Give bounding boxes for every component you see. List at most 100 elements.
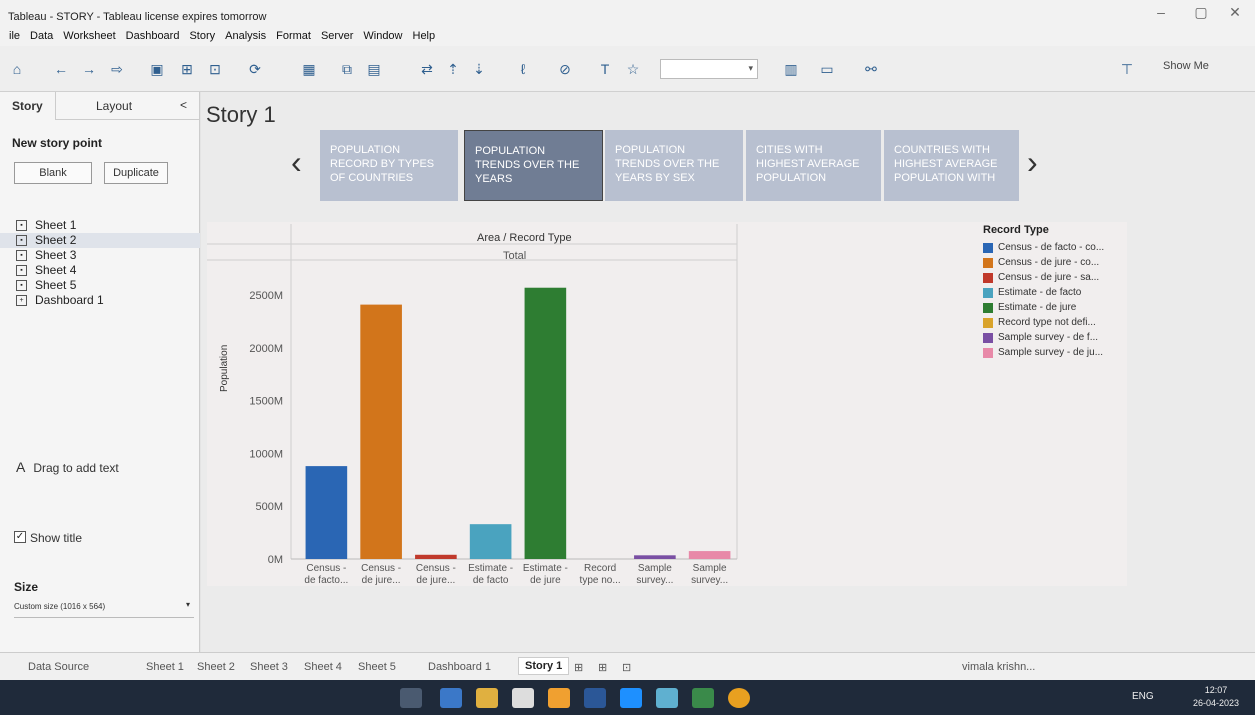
excel-icon[interactable]	[692, 688, 714, 708]
clock-time: 12:07	[1204, 685, 1228, 695]
legend-item[interactable]: Record type not defi...	[983, 315, 1133, 330]
show-title-label: Show title	[30, 531, 83, 545]
collapse-icon[interactable]: <	[180, 98, 187, 112]
tab-sheet-3[interactable]: Sheet 3	[250, 661, 288, 673]
legend-item[interactable]: Sample survey - de ju...	[983, 345, 1133, 360]
menu-server[interactable]: Server	[316, 26, 358, 46]
legend-item[interactable]: Census - de jure - co...	[983, 255, 1133, 270]
swap-icon[interactable]: ⇄	[418, 60, 436, 78]
close-button[interactable]: ✕	[1220, 4, 1250, 21]
blank-button[interactable]: Blank	[14, 162, 92, 184]
story-point-2[interactable]: POPULATION TRENDS OVER THE YEARS	[464, 130, 603, 201]
drag-to-add-text[interactable]: A Drag to add text	[16, 459, 119, 475]
duplicate-sheet-icon[interactable]: ⧉	[338, 60, 356, 78]
dashboard-item-1[interactable]: + Dashboard 1	[0, 293, 200, 308]
legend-label: Census - de jure - co...	[998, 257, 1100, 268]
legend-swatch	[983, 272, 993, 283]
story-point-3[interactable]: POPULATION TRENDS OVER THE YEARS BY SEX	[605, 130, 743, 201]
prev-story-point-icon[interactable]: ‹	[291, 144, 302, 181]
app-icon[interactable]	[656, 688, 678, 708]
tab-dashboard-1[interactable]: Dashboard 1	[428, 661, 491, 673]
new-story-tab-icon[interactable]: ⊡	[622, 661, 631, 674]
undo-icon[interactable]: ←	[52, 60, 70, 78]
tab-sheet-2[interactable]: Sheet 2	[197, 661, 235, 673]
app-icon[interactable]	[440, 688, 462, 708]
story-point-5[interactable]: COUNTRIES WITH HIGHEST AVERAGE POPULATIO…	[884, 130, 1019, 201]
y-tick-label: 1000M	[249, 448, 283, 460]
legend-item[interactable]: Estimate - de jure	[983, 300, 1133, 315]
menu-help[interactable]: Help	[408, 26, 441, 46]
legend-item[interactable]: Sample survey - de f...	[983, 330, 1133, 345]
clock[interactable]: 12:07 26-04-2023	[1193, 684, 1239, 710]
home-icon[interactable]: ⌂	[8, 60, 26, 78]
duplicate-button[interactable]: Duplicate	[104, 162, 168, 184]
sheet-item-3[interactable]: ▪ Sheet 3	[0, 248, 200, 263]
legend-title: Record Type	[983, 224, 1049, 236]
edge-icon[interactable]	[620, 688, 642, 708]
store-icon[interactable]	[548, 688, 570, 708]
tab-story-1[interactable]: Story 1	[518, 657, 570, 675]
sheet-item-5[interactable]: ▪ Sheet 5	[0, 278, 200, 293]
new-sheet-icon[interactable]: ⊡	[206, 60, 224, 78]
redo-icon[interactable]: →	[80, 60, 98, 78]
new-worksheet-icon[interactable]: ▦	[300, 60, 318, 78]
menu-window[interactable]: Window	[358, 26, 407, 46]
legend-item[interactable]: Estimate - de facto	[983, 285, 1133, 300]
legend-item[interactable]: Census - de facto - co...	[983, 240, 1133, 255]
data-source-tab[interactable]: Data Source	[28, 661, 89, 673]
sheet-icon: ▪	[16, 250, 27, 261]
tab-story[interactable]: Story	[0, 92, 56, 120]
tab-layout[interactable]: Layout	[84, 92, 144, 120]
menu-analysis[interactable]: Analysis	[220, 26, 271, 46]
file-explorer-icon[interactable]	[476, 688, 498, 708]
menu-data[interactable]: Data	[25, 26, 58, 46]
fit-combo[interactable]: ▾	[660, 59, 758, 79]
chart-title: Area / Record Type	[477, 232, 572, 244]
tab-sheet-5[interactable]: Sheet 5	[358, 661, 396, 673]
size-select[interactable]: Custom size (1016 x 564) ▾	[14, 600, 194, 618]
sort-desc-icon[interactable]: ⇣	[470, 60, 488, 78]
maximize-button[interactable]: ▢	[1186, 4, 1216, 21]
minimize-button[interactable]: –	[1146, 4, 1176, 20]
presentation-icon[interactable]: ▭	[818, 60, 836, 78]
pin-icon[interactable]: ☆	[624, 60, 642, 78]
new-worksheet-tab-icon[interactable]: ⊞	[574, 661, 583, 674]
replay-icon[interactable]: ⇨	[108, 60, 126, 78]
story-point-4[interactable]: CITIES WITH HIGHEST AVERAGE POPULATION	[746, 130, 881, 201]
highlight-icon[interactable]: ℓ	[514, 60, 532, 78]
sheet-item-2[interactable]: ▪ Sheet 2	[0, 233, 200, 248]
label-icon[interactable]: T	[596, 60, 614, 78]
user-menu[interactable]: vimala krishn...	[962, 661, 1035, 673]
menu-worksheet[interactable]: Worksheet	[58, 26, 120, 46]
task-view-icon[interactable]	[400, 688, 422, 708]
share-icon[interactable]: ⚯	[862, 60, 880, 78]
menu-dashboard[interactable]: Dashboard	[121, 26, 185, 46]
new-datasource-icon[interactable]: ⊞	[178, 60, 196, 78]
word-icon[interactable]	[584, 688, 606, 708]
next-story-point-icon[interactable]: ›	[1027, 144, 1038, 181]
new-dashboard-tab-icon[interactable]: ⊞	[598, 661, 607, 674]
menu-file[interactable]: ile	[4, 26, 25, 46]
pin-panel-icon[interactable]: ⊤	[1118, 60, 1136, 78]
group-icon[interactable]: ⊘	[556, 60, 574, 78]
sheet-item-1[interactable]: ▪ Sheet 1	[0, 218, 200, 233]
story-title[interactable]: Story 1	[206, 102, 276, 128]
show-cards-icon[interactable]: ▥	[782, 60, 800, 78]
mail-icon[interactable]	[512, 688, 534, 708]
sheet-item-4[interactable]: ▪ Sheet 4	[0, 263, 200, 278]
chevron-down-icon: ▾	[748, 63, 753, 73]
refresh-icon[interactable]: ⟳	[246, 60, 264, 78]
menu-format[interactable]: Format	[271, 26, 316, 46]
language-indicator[interactable]: ENG	[1132, 691, 1154, 702]
show-me-button[interactable]: Show Me	[1163, 60, 1209, 72]
save-icon[interactable]: ▣	[148, 60, 166, 78]
menu-story[interactable]: Story	[184, 26, 220, 46]
chrome-icon[interactable]	[728, 688, 750, 708]
tab-sheet-1[interactable]: Sheet 1	[146, 661, 184, 673]
tab-sheet-4[interactable]: Sheet 4	[304, 661, 342, 673]
legend-item[interactable]: Census - de jure - sa...	[983, 270, 1133, 285]
clear-sheet-icon[interactable]: ▤	[365, 60, 383, 78]
sort-asc-icon[interactable]: ⇡	[444, 60, 462, 78]
story-point-1[interactable]: POPULATION RECORD BY TYPES OF COUNTRIES	[320, 130, 458, 201]
show-title-checkbox[interactable]: ✓	[14, 531, 26, 543]
